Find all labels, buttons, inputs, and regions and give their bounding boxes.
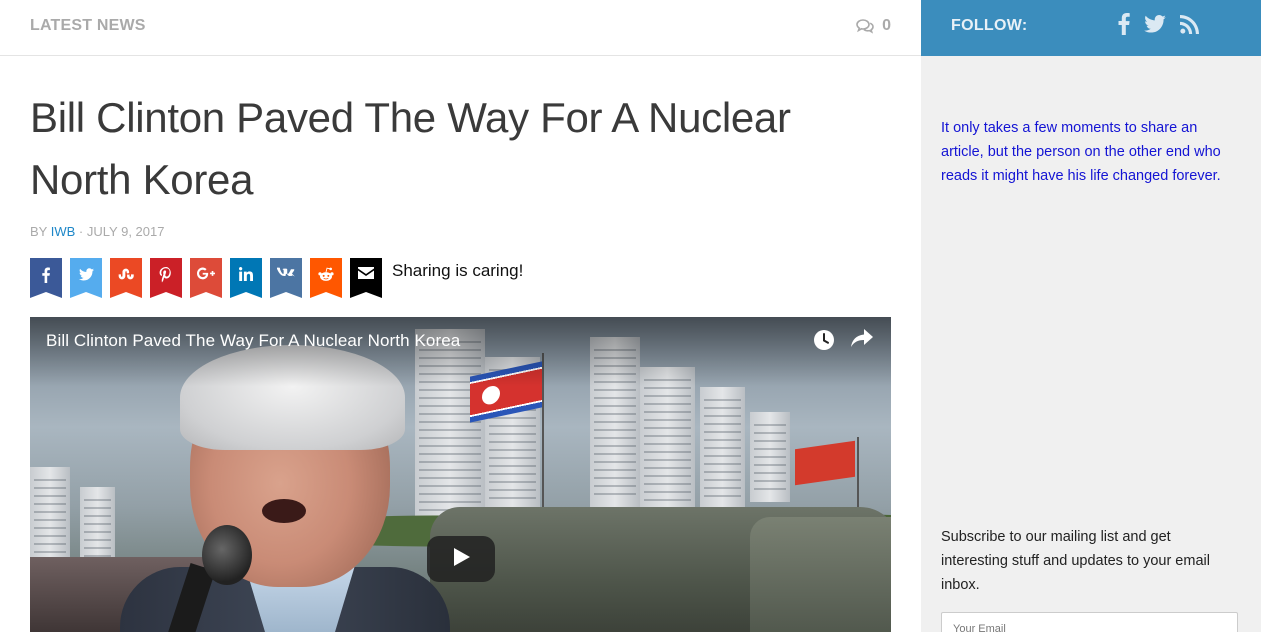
twitter-icon[interactable] — [1144, 15, 1166, 38]
section-label: LATEST NEWS — [30, 17, 146, 34]
content-header-bar: LATEST NEWS 0 — [0, 0, 921, 56]
share-caption: Sharing is caring! — [392, 261, 524, 280]
sidebar: FOLLOW: It only takes a few moments to s… — [921, 0, 1261, 632]
video-player[interactable]: Bill Clinton Paved The Way For A Nuclear… — [30, 317, 891, 632]
byline-separator: · — [78, 224, 84, 239]
facebook-icon[interactable] — [1118, 13, 1130, 40]
share-vk-button[interactable] — [270, 258, 302, 298]
vk-icon — [277, 267, 295, 298]
main-column: LATEST NEWS 0 Bill Clinton Paved The Way… — [0, 0, 921, 632]
play-button[interactable] — [427, 536, 495, 582]
google-plus-icon — [197, 267, 215, 298]
author-link[interactable]: IWB — [51, 224, 76, 239]
rss-icon[interactable] — [1180, 14, 1199, 39]
subscribe-text: Subscribe to our mailing list and get in… — [941, 529, 1210, 593]
play-icon — [452, 547, 470, 571]
comments-link[interactable]: 0 — [856, 17, 891, 35]
pinterest-icon — [159, 267, 173, 298]
article-title: Bill Clinton Paved The Way For A Nuclear… — [30, 94, 791, 203]
post-date: JULY 9, 2017 — [86, 224, 165, 239]
social-links — [1118, 13, 1199, 40]
comments-icon — [856, 18, 874, 34]
stumbleupon-icon — [118, 267, 134, 298]
share-pinterest-button[interactable] — [150, 258, 182, 298]
clock-icon — [813, 329, 835, 356]
follow-label: FOLLOW: — [951, 17, 1028, 34]
facebook-icon — [39, 267, 53, 298]
share-email-button[interactable] — [350, 258, 382, 298]
share-buttons: Sharing is caring! — [30, 258, 523, 298]
video-title[interactable]: Bill Clinton Paved The Way For A Nuclear… — [46, 331, 460, 351]
share-facebook-button[interactable] — [30, 258, 62, 298]
comment-count: 0 — [882, 17, 891, 34]
share-reddit-button[interactable] — [310, 258, 342, 298]
envelope-icon — [358, 267, 374, 298]
watch-later-button[interactable] — [813, 329, 835, 356]
share-promo-text: It only takes a few moments to share an … — [941, 120, 1221, 184]
share-stumbleupon-button[interactable] — [110, 258, 142, 298]
share-google-plus-button[interactable] — [190, 258, 222, 298]
byline-prefix: BY — [30, 224, 48, 239]
reddit-icon — [318, 267, 334, 298]
email-field[interactable] — [941, 612, 1238, 632]
share-arrow-icon — [851, 329, 873, 352]
video-share-button[interactable] — [851, 329, 873, 352]
byline: BY IWB · JULY 9, 2017 — [30, 224, 164, 239]
share-linkedin-button[interactable] — [230, 258, 262, 298]
share-twitter-button[interactable] — [70, 258, 102, 298]
follow-bar: FOLLOW: — [921, 0, 1261, 56]
twitter-icon — [78, 267, 94, 298]
linkedin-icon — [239, 267, 253, 298]
